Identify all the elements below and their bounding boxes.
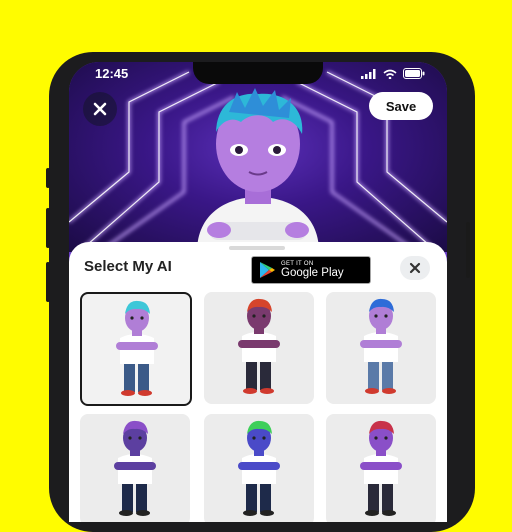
avatar-figure: [238, 420, 280, 516]
phone-volume-down: [46, 262, 50, 302]
close-icon: [93, 102, 107, 116]
phone-notch: [193, 62, 323, 84]
neon-tunnel-background: [69, 70, 447, 252]
avatar-option-4[interactable]: [80, 414, 190, 522]
sheet-drag-handle[interactable]: [229, 246, 285, 250]
google-play-icon: [260, 262, 275, 278]
badge-line-2: Google Play: [281, 266, 344, 279]
select-ai-sheet: Select My AI GET IT ON Google Play: [69, 242, 447, 522]
close-icon: [409, 262, 421, 274]
badge-line-1: GET IT ON: [281, 260, 314, 267]
avatar-figure: [360, 420, 402, 516]
avatar-option-6[interactable]: [326, 414, 436, 522]
save-button[interactable]: Save: [369, 92, 433, 120]
wifi-icon: [383, 69, 397, 79]
phone-power-button: [466, 222, 470, 278]
avatar-preview: 12:45 Save: [69, 62, 447, 252]
avatar-option-2[interactable]: [204, 292, 314, 404]
big-avatar-figure: [197, 88, 319, 252]
avatar-option-3[interactable]: [326, 292, 436, 404]
phone-screen: 12:45 Save Select My AI GET IT ON Google…: [69, 62, 447, 522]
avatar-figure: [360, 298, 402, 394]
status-time: 12:45: [95, 66, 129, 81]
avatar-figure: [116, 300, 158, 396]
sheet-title: Select My AI: [84, 258, 172, 275]
avatar-option-5[interactable]: [204, 414, 314, 522]
google-play-badge[interactable]: GET IT ON Google Play: [251, 256, 371, 284]
sheet-close-button[interactable]: [400, 256, 430, 280]
phone-volume-up: [46, 208, 50, 248]
avatar-option-1[interactable]: [80, 292, 192, 406]
avatar-figure: [114, 420, 156, 516]
avatar-figure: [238, 298, 280, 394]
signal-icon: [361, 68, 376, 79]
battery-icon: [403, 68, 425, 79]
close-button[interactable]: [83, 92, 117, 126]
status-icons: [361, 68, 425, 79]
phone-silent-switch: [46, 168, 50, 188]
